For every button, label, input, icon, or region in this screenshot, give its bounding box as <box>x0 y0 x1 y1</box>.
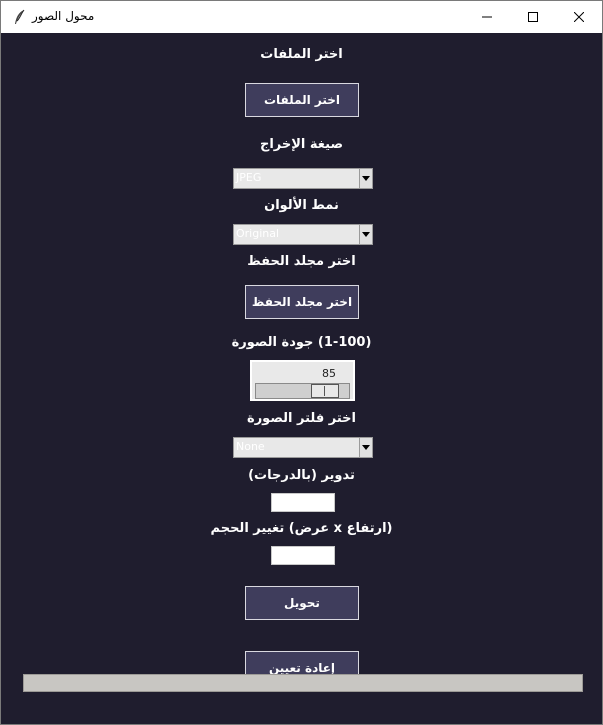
rotate-input[interactable] <box>271 493 335 512</box>
close-button[interactable] <box>556 1 602 33</box>
minimize-button[interactable] <box>464 1 510 33</box>
save-folder-label: اختر مجلد الحفظ <box>247 254 356 269</box>
quality-value: 85 <box>322 367 336 380</box>
rotate-label: تدوير (بالدرجات) <box>248 468 355 483</box>
filter-value: None <box>236 440 265 453</box>
app-window: محول الصور اختر الملفات اختر الملفات صيغ… <box>0 0 603 725</box>
chevron-down-icon[interactable] <box>359 438 372 457</box>
quality-slider[interactable]: 85 <box>250 360 355 401</box>
chevron-down-icon[interactable] <box>359 169 372 188</box>
chevron-down-icon[interactable] <box>359 225 372 244</box>
quality-slider-handle[interactable] <box>311 384 339 398</box>
filter-combobox[interactable]: None <box>233 437 373 458</box>
quality-label: (1-100) جودة الصورة <box>231 335 372 350</box>
close-icon <box>574 12 584 22</box>
format-combobox[interactable]: JPEG <box>233 168 373 189</box>
save-folder-button[interactable]: اختر مجلد الحفظ <box>245 285 359 319</box>
maximize-icon <box>528 12 538 22</box>
select-files-button[interactable]: اختر الملفات <box>245 83 359 117</box>
minimize-icon <box>482 16 492 18</box>
format-value: JPEG <box>236 171 262 184</box>
select-files-label: اختر الملفات <box>260 47 343 62</box>
filter-label: اختر فلتر الصورة <box>247 411 356 426</box>
maximize-button[interactable] <box>510 1 556 33</box>
output-format-label: صيغة الإخراج <box>259 137 344 152</box>
progress-bar <box>23 674 583 692</box>
window-title: محول الصور <box>32 9 95 23</box>
quality-trough[interactable] <box>255 383 350 399</box>
resize-label: (ارتفاع x عرض) تغيير الحجم <box>210 521 393 536</box>
title-bar: محول الصور <box>1 1 602 33</box>
color-mode-label: نمط الألوان <box>264 198 339 213</box>
main-panel: اختر الملفات اختر الملفات صيغة الإخراج J… <box>1 33 602 724</box>
color-mode-value: Original <box>236 227 280 240</box>
convert-button[interactable]: تحويل <box>245 586 359 620</box>
resize-input[interactable] <box>271 546 335 565</box>
feather-icon <box>13 9 27 25</box>
color-mode-combobox[interactable]: Original <box>233 224 373 245</box>
